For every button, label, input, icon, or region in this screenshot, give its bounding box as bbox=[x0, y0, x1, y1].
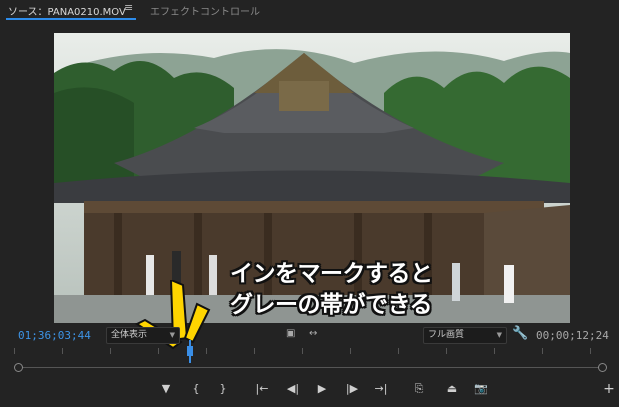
playhead-handle[interactable] bbox=[187, 346, 193, 356]
go-to-in-button[interactable]: |← bbox=[254, 381, 270, 397]
in-out-duration-timecode: 00;00;12;24 bbox=[536, 329, 609, 342]
safe-margins-icon[interactable]: ▣ bbox=[286, 328, 295, 339]
drag-video-audio-icon[interactable]: ↔ bbox=[309, 328, 317, 339]
wrench-settings-icon[interactable]: 🔧 bbox=[512, 326, 528, 341]
zoom-scrollbar-track[interactable] bbox=[20, 367, 600, 368]
tab-source[interactable]: ソース：PANA0210.MOV bbox=[8, 3, 126, 18]
playhead-timecode[interactable]: 01;36;03;44 bbox=[18, 329, 91, 342]
mark-in-button[interactable]: { bbox=[188, 381, 204, 397]
playback-resolution-dropdown[interactable]: フル画質 ▼ bbox=[423, 327, 507, 344]
zoom-scrollbar-left-handle[interactable] bbox=[14, 363, 23, 372]
button-editor-add-button[interactable]: + bbox=[601, 381, 617, 397]
insert-button[interactable]: ⎘ bbox=[411, 381, 427, 397]
zoom-level-value: 全体表示 bbox=[111, 330, 148, 340]
step-back-button[interactable]: ◀| bbox=[285, 381, 301, 397]
step-forward-button[interactable]: |▶ bbox=[344, 381, 360, 397]
play-button[interactable]: ▶ bbox=[314, 381, 330, 397]
zoom-scrollbar-right-handle[interactable] bbox=[598, 363, 607, 372]
panel-tabs: ソース：PANA0210.MOV ≡ エフェクトコントロール bbox=[0, 0, 619, 20]
panel-menu-icon[interactable]: ≡ bbox=[124, 1, 133, 14]
annotation-caption-line2: グレーの帯ができる bbox=[230, 292, 433, 318]
tab-effect-controls[interactable]: エフェクトコントロール bbox=[150, 3, 260, 18]
mark-out-button[interactable]: } bbox=[215, 381, 231, 397]
chevron-down-icon: ▼ bbox=[496, 331, 502, 339]
export-frame-button[interactable]: 📷 bbox=[473, 381, 489, 397]
overwrite-button[interactable]: ⏏ bbox=[444, 381, 460, 397]
time-ruler[interactable] bbox=[14, 348, 606, 358]
add-marker-button[interactable]: ▼ bbox=[158, 381, 174, 397]
go-to-out-button[interactable]: →| bbox=[373, 381, 389, 397]
zoom-level-dropdown[interactable]: 全体表示 ▼ bbox=[106, 327, 180, 344]
annotation-caption-line1: インをマークすると bbox=[230, 261, 433, 287]
active-tab-underline bbox=[6, 18, 136, 20]
playback-resolution-value: フル画質 bbox=[428, 330, 465, 340]
chevron-down-icon: ▼ bbox=[169, 331, 175, 339]
